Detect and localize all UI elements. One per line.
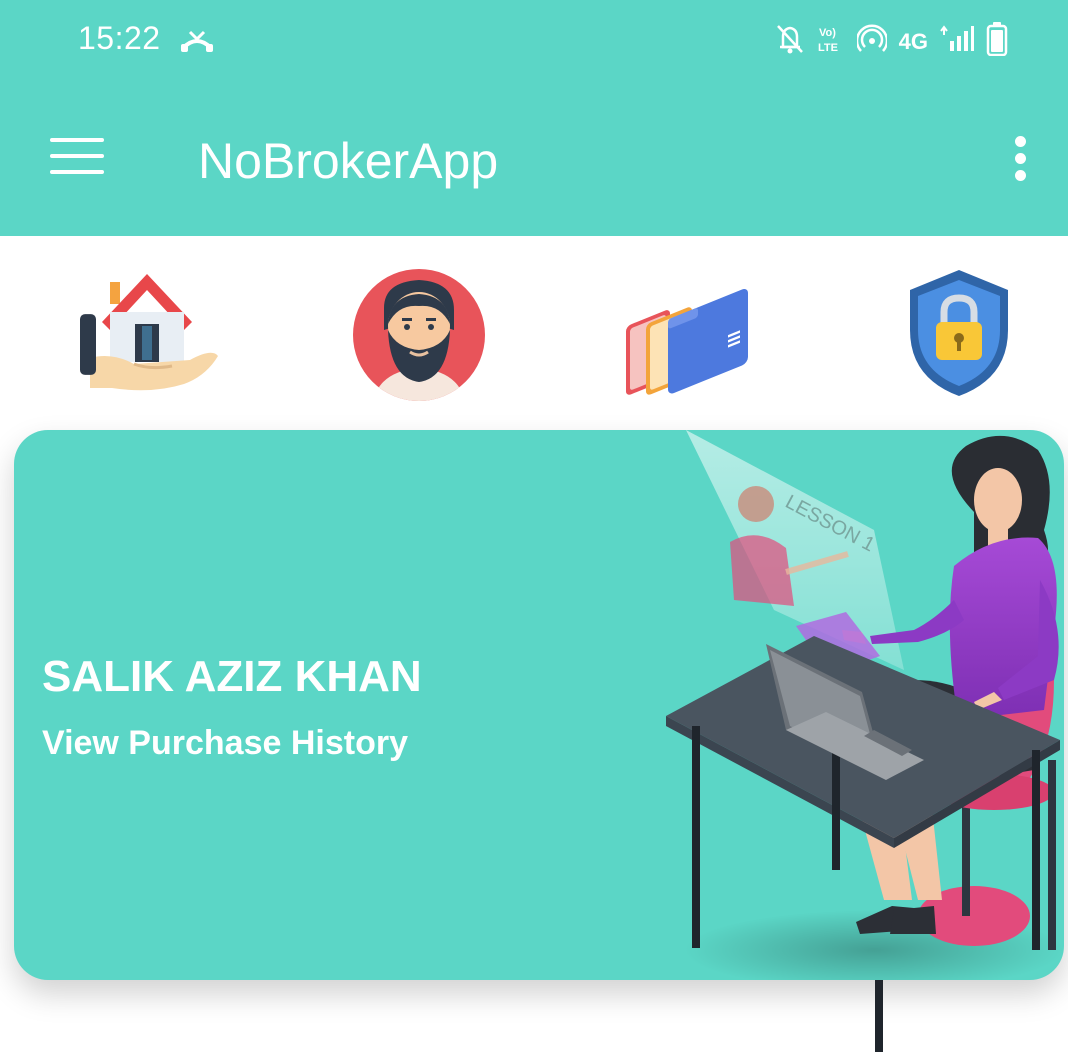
hotspot-icon [855, 24, 888, 59]
house-in-hand-icon[interactable] [72, 260, 222, 410]
network-type: 4G [898, 28, 928, 54]
svg-text:Vo): Vo) [819, 27, 836, 39]
woman-at-laptop-illustration: LESSON 1 [666, 430, 1064, 980]
bell-off-icon [775, 23, 805, 60]
security-shield-lock-icon[interactable] [884, 260, 1034, 410]
bearded-man-avatar-icon[interactable] [344, 260, 494, 410]
status-bar: 15:22 Vo) LTE 4G [0, 0, 1068, 86]
battery-icon [986, 22, 1008, 61]
files-folders-icon[interactable] [612, 260, 762, 410]
missed-call-icon [180, 28, 214, 59]
status-time: 15:22 [78, 20, 161, 56]
app-title: NoBrokerApp [198, 133, 499, 189]
desk-leg [875, 980, 883, 1052]
more-vert-icon[interactable] [1008, 136, 1032, 182]
app-toolbar: NoBrokerApp [0, 86, 1068, 236]
status-icons: Vo) LTE 4G [775, 22, 1008, 61]
volte-icon: Vo) LTE [817, 24, 845, 59]
profile-card[interactable]: SALIK AZIZ KHAN View Purchase History LE… [14, 430, 1064, 980]
hamburger-icon[interactable] [50, 138, 104, 178]
signal-icon [940, 25, 974, 58]
quick-actions-row [0, 236, 1068, 432]
svg-text:LTE: LTE [818, 42, 838, 54]
